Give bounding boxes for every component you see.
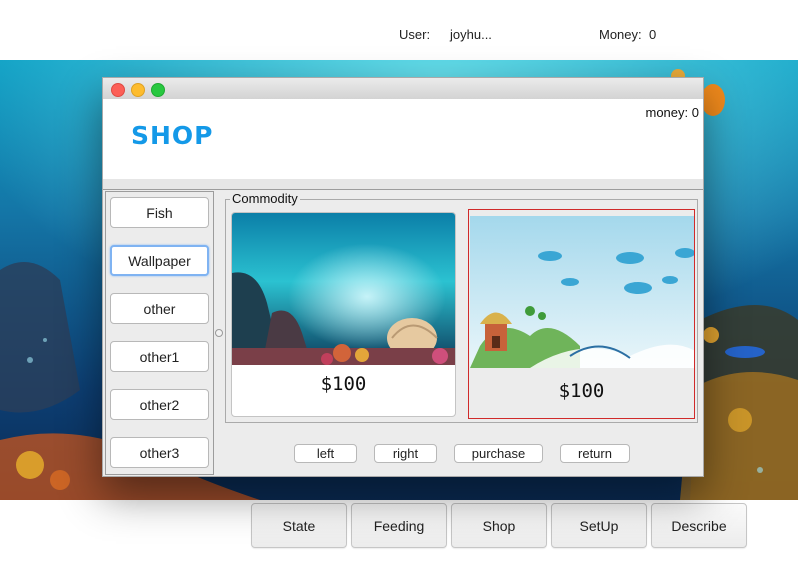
commodity-panel: Commodity $100 $100 [225,191,698,423]
user-label: User: [399,27,431,42]
left-button[interactable]: left [294,444,357,463]
commodity-legend: Commodity [230,191,300,206]
money-value: 0 [649,27,657,42]
category-other2-button[interactable]: other2 [110,389,209,420]
user-value: joyhu... [450,27,492,42]
shop-money: money: 0 [646,105,700,120]
shop-header: SHOP money: 0 [103,99,703,179]
header-divider [103,179,703,190]
category-sidebar: Fish Wallpaper other other1 other2 other… [105,191,214,475]
item-price: $100 [558,380,605,402]
item-price: $100 [320,373,367,395]
return-button[interactable]: return [560,444,630,463]
category-fish-button[interactable]: Fish [110,197,209,228]
commodity-item[interactable]: $100 [231,212,456,417]
minimize-icon[interactable] [131,83,145,97]
right-button[interactable]: right [374,444,437,463]
shop-window: SHOP money: 0 Fish Wallpaper other other… [102,77,704,477]
status-bar: User: joyhu... Money: 0 [0,0,798,60]
split-pane-handle[interactable] [215,329,223,337]
category-other-button[interactable]: other [110,293,209,324]
page-title: SHOP [131,121,214,150]
shop-money-label: money: [645,105,689,120]
purchase-button[interactable]: purchase [454,444,543,463]
bottom-toolbar: State Feeding Shop SetUp Describe [0,500,798,577]
describe-button[interactable]: Describe [651,503,747,548]
close-icon[interactable] [111,83,125,97]
dolphins-mushroom-house-picture [470,216,694,368]
money-label: Money: [599,27,642,42]
shop-money-value: 0 [691,105,699,120]
category-wallpaper-button[interactable]: Wallpaper [110,245,209,276]
setup-button[interactable]: SetUp [551,503,647,548]
underwater-reef-picture [232,213,455,365]
state-button[interactable]: State [251,503,347,548]
zoom-icon[interactable] [151,83,165,97]
commodity-item-selected[interactable]: $100 [468,209,695,419]
window-titlebar[interactable] [103,78,703,100]
category-other3-button[interactable]: other3 [110,437,209,468]
category-other1-button[interactable]: other1 [110,341,209,372]
shop-button[interactable]: Shop [451,503,547,548]
feeding-button[interactable]: Feeding [351,503,447,548]
